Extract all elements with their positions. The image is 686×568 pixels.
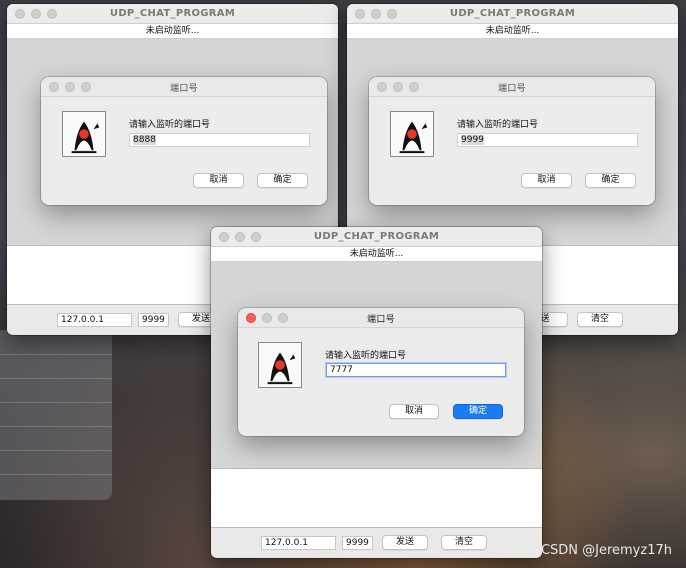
- listen-status: 未启动监听...: [7, 24, 338, 39]
- send-button[interactable]: 发送: [382, 535, 428, 550]
- window-title: UDP_CHAT_PROGRAM: [449, 8, 576, 19]
- cancel-button[interactable]: 取消: [193, 173, 244, 188]
- window-titlebar[interactable]: UDP_CHAT_PROGRAM: [211, 227, 542, 247]
- port-dialog-right: 端口号 请输入监听的端口号 9999 取消 确定: [369, 77, 655, 205]
- port-value: 9999: [461, 135, 484, 145]
- cancel-button[interactable]: 取消: [389, 404, 439, 419]
- cancel-button[interactable]: 取消: [521, 173, 572, 188]
- clear-button[interactable]: 清空: [577, 312, 623, 327]
- clear-button[interactable]: 清空: [441, 535, 487, 550]
- port-dialog-left: 端口号 请输入监听的端口号 8888 取消 确定: [41, 77, 327, 205]
- java-duke-icon: [390, 111, 434, 157]
- ok-button[interactable]: 确定: [257, 173, 308, 188]
- dialog-titlebar[interactable]: 端口号: [369, 77, 655, 97]
- window-title: UDP_CHAT_PROGRAM: [313, 231, 440, 242]
- window-title: UDP_CHAT_PROGRAM: [109, 8, 236, 19]
- java-duke-icon: [62, 111, 106, 157]
- window-titlebar[interactable]: UDP_CHAT_PROGRAM: [7, 4, 338, 24]
- listen-status: 未启动监听...: [211, 247, 542, 262]
- port-input[interactable]: 9999: [457, 133, 638, 147]
- ok-button[interactable]: 确定: [585, 173, 636, 188]
- port-input[interactable]: 7777: [326, 363, 506, 377]
- dialog-titlebar[interactable]: 端口号: [238, 308, 524, 328]
- dialog-prompt: 请输入监听的端口号: [129, 120, 211, 130]
- ip-input[interactable]: 127.0.0.1: [57, 313, 132, 327]
- ok-button[interactable]: 确定: [453, 404, 503, 419]
- dialog-title: 端口号: [498, 84, 526, 94]
- window-titlebar[interactable]: UDP_CHAT_PROGRAM: [347, 4, 678, 24]
- port-input[interactable]: 9999: [138, 313, 169, 327]
- dialog-title: 端口号: [170, 84, 198, 94]
- dialog-prompt: 请输入监听的端口号: [325, 351, 407, 361]
- bottom-bar: 127.0.0.1 9999 发送 清空: [211, 528, 542, 557]
- csdn-watermark: CSDN @Jeremyz17h: [540, 543, 672, 558]
- port-dialog-front: 端口号 请输入监听的端口号 7777 取消 确定: [238, 308, 524, 436]
- input-area[interactable]: [211, 468, 542, 528]
- port-input[interactable]: 8888: [129, 133, 310, 147]
- port-input[interactable]: 9999: [342, 536, 373, 550]
- listen-status: 未启动监听...: [347, 24, 678, 39]
- java-duke-icon: [258, 342, 302, 388]
- dialog-title: 端口号: [367, 315, 395, 325]
- dialog-titlebar[interactable]: 端口号: [41, 77, 327, 97]
- background-side-panel: [0, 330, 112, 500]
- ip-input[interactable]: 127.0.0.1: [261, 536, 336, 550]
- dialog-prompt: 请输入监听的端口号: [457, 120, 539, 130]
- port-value: 8888: [133, 135, 156, 145]
